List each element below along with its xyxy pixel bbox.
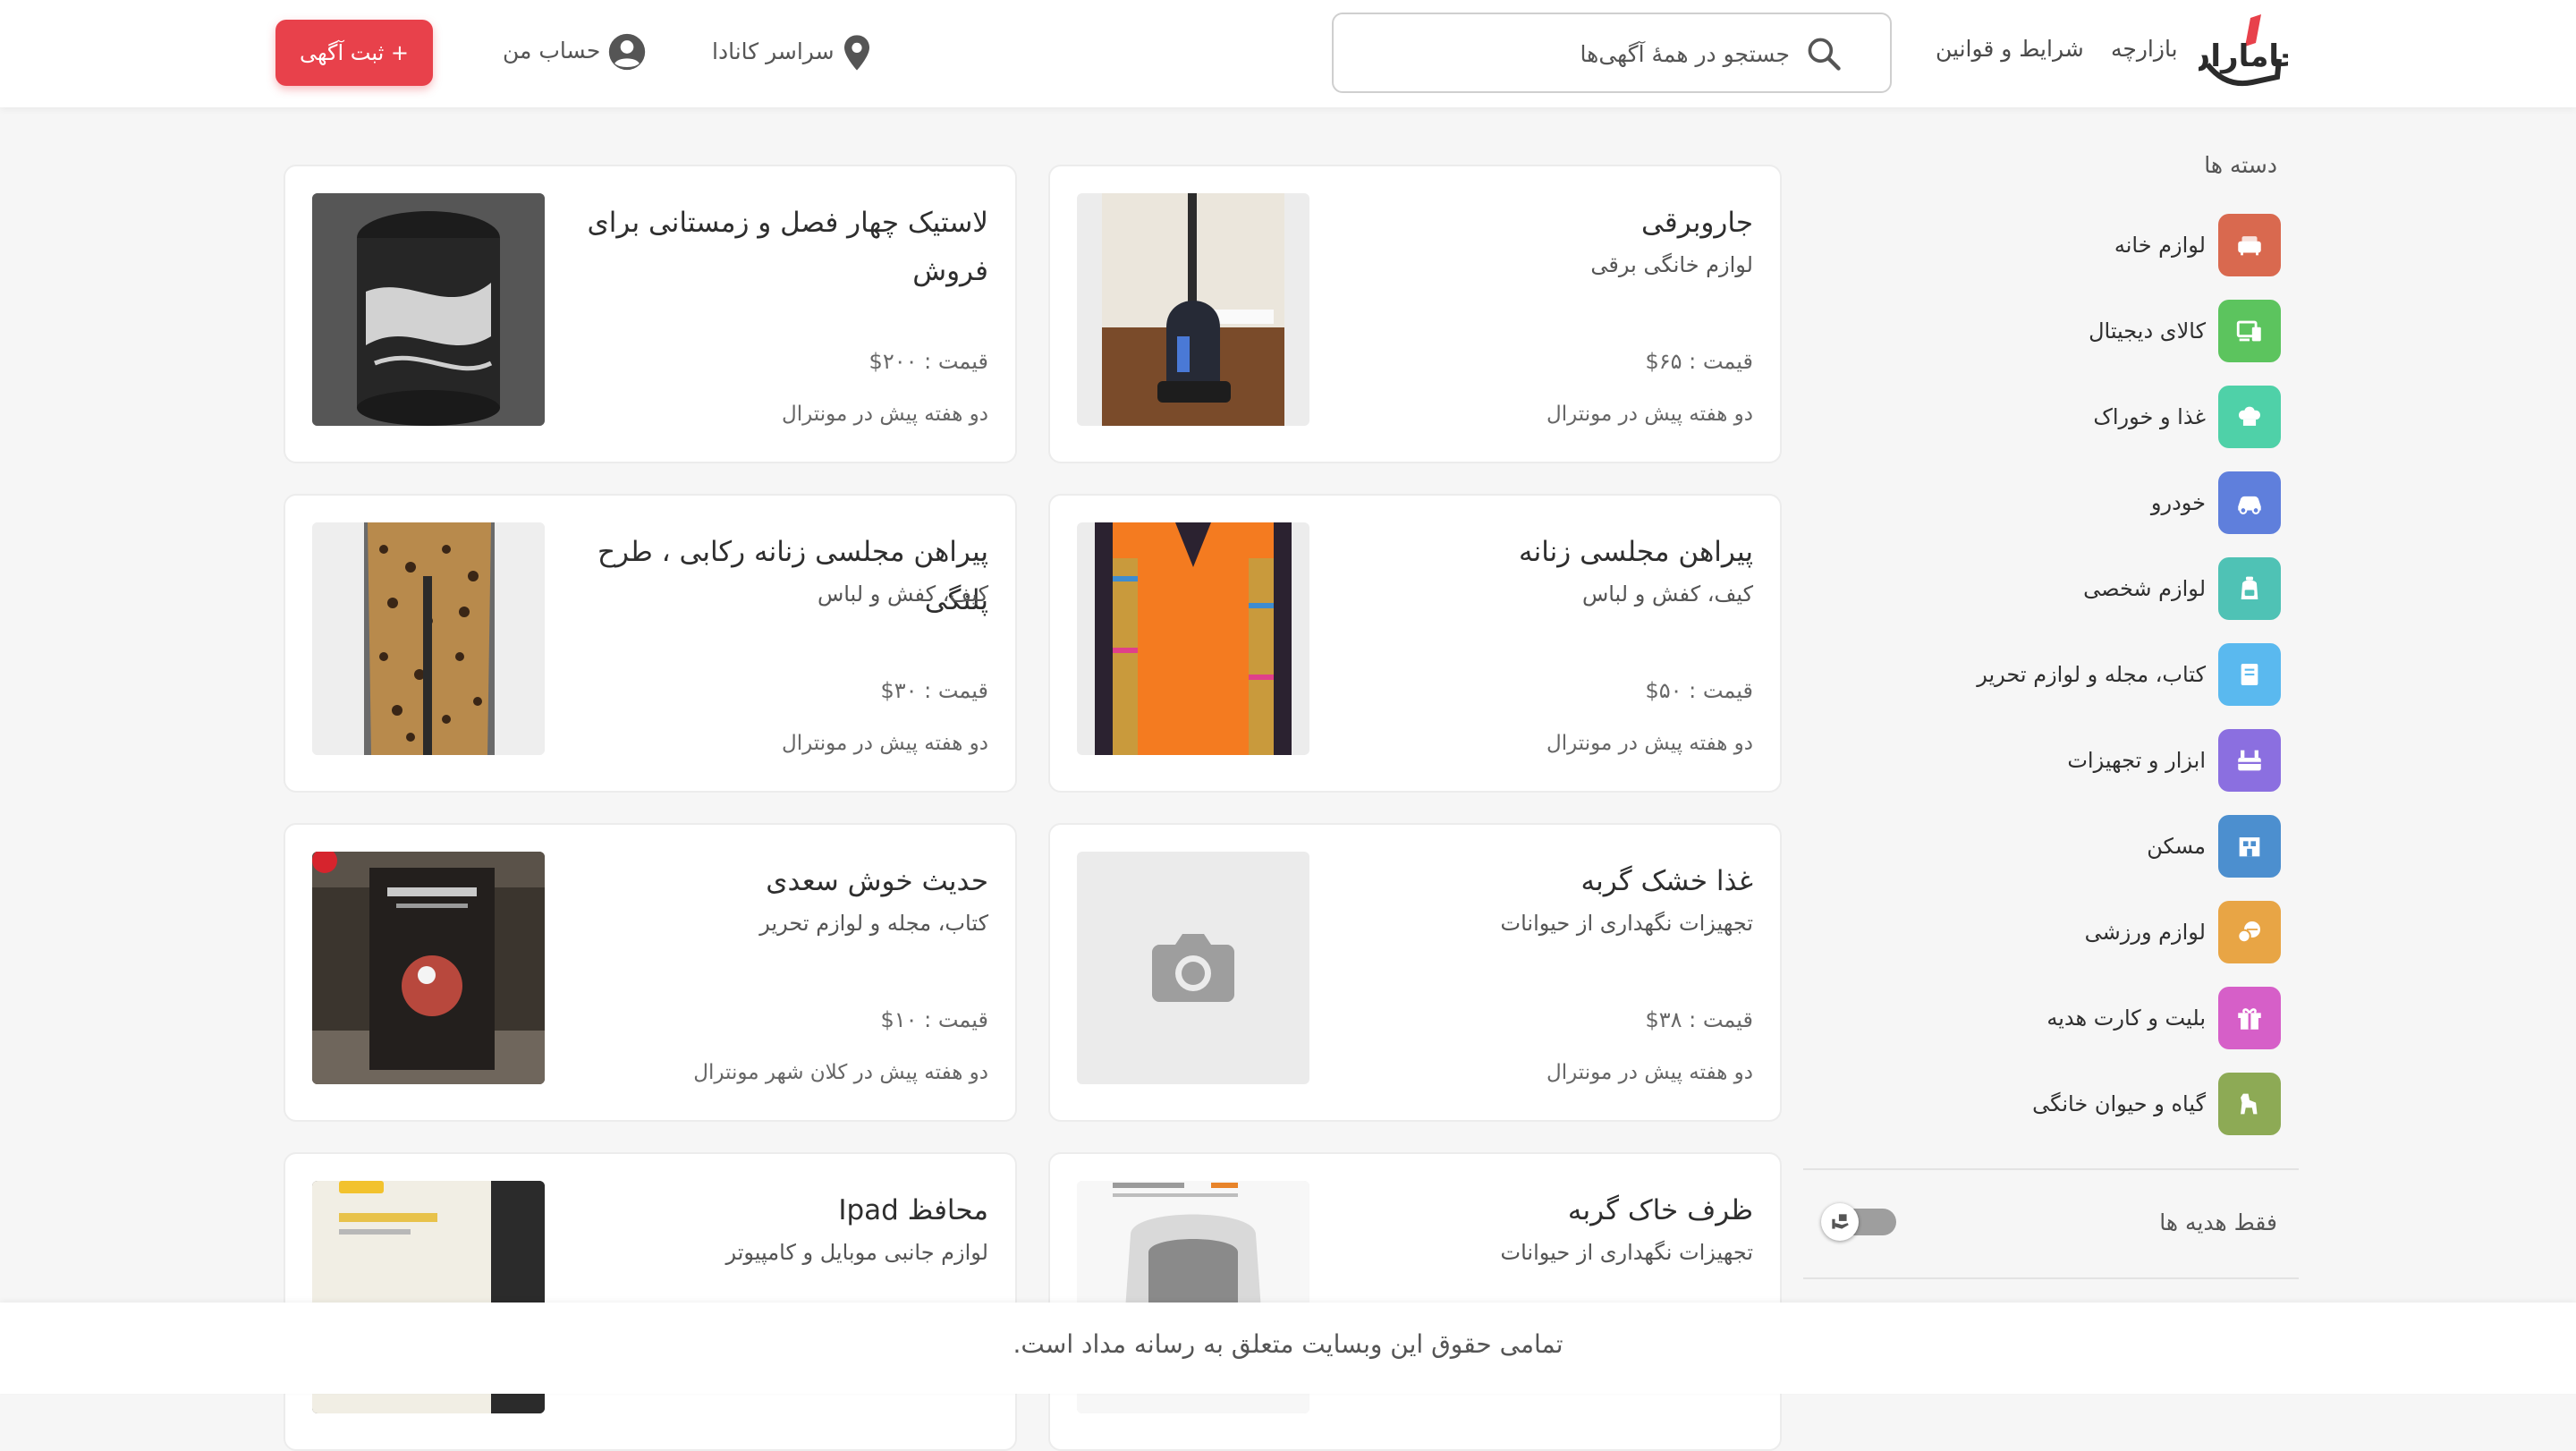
listing-category: کیف، کفش و لباس [817, 581, 988, 607]
category-digital[interactable]: کالای دیجیتال [1905, 299, 2281, 363]
category-plants-pets[interactable]: گیاه و حیوان خانگی [1905, 1072, 2281, 1136]
copyright-text: تمامی حقوق این وبسایت متعلق به رسانه مدا… [1013, 1329, 1563, 1359]
category-label: لوازم ورزشی [2084, 920, 2206, 945]
listing-card[interactable]: حدیث خوش سعدی کتاب، مجله و لوازم تحریر ق… [284, 823, 1017, 1122]
listing-image[interactable] [1077, 852, 1309, 1084]
toggle-knob [1821, 1203, 1859, 1241]
car-icon [2218, 471, 2281, 534]
listing-image[interactable] [1077, 193, 1309, 426]
listing-image[interactable] [312, 522, 545, 755]
listing-category: تجهیزات نگهداری از حیوانات [1500, 1240, 1754, 1265]
listing-time-location: دو هفته پیش در مونترال [1546, 1061, 1753, 1084]
location-selector[interactable]: سراسر کانادا [712, 34, 872, 72]
account-menu[interactable]: حساب من [503, 32, 647, 72]
listing-title[interactable]: پیراهن مجلسی زنانه رکابی ، طرح پلنگی [559, 528, 988, 624]
search-icon[interactable] [1804, 34, 1843, 73]
listing-price: قیمت : ۶۵$ [1645, 349, 1753, 374]
listing-title[interactable]: پیراهن مجلسی زنانه [1324, 528, 1753, 576]
category-label: لوازم خانه [2114, 233, 2206, 258]
category-home-appliances[interactable]: لوازم خانه [1905, 213, 2281, 277]
listing-time-location: دو هفته پیش در مونترال [1546, 732, 1753, 755]
gift-icon [2218, 987, 2281, 1049]
listing-price: قیمت : ۱۰$ [880, 1007, 988, 1032]
category-label: کتاب، مجله و لوازم تحریر [1977, 662, 2206, 687]
category-food[interactable]: غذا و خوراک [1905, 385, 2281, 449]
listing-category: تجهیزات نگهداری از حیوانات [1500, 911, 1754, 936]
listing-category: لوازم خانگی برقی [1590, 252, 1753, 277]
category-label: کالای دیجیتال [2089, 318, 2206, 344]
account-label: حساب من [503, 38, 601, 64]
dog-icon [2218, 1073, 2281, 1135]
search-input[interactable] [1394, 32, 1792, 75]
nav-bazaar-link[interactable]: بازارچه [2111, 36, 2178, 62]
listing-price: قیمت : ۲۰۰$ [869, 349, 988, 374]
chef-hat-icon [2218, 386, 2281, 448]
categories-title: دسته ها [2204, 152, 2277, 178]
listing-price: قیمت : ۳۰$ [880, 678, 988, 703]
sidebar-divider [1803, 1168, 2299, 1170]
listing-time-location: دو هفته پیش در کلان شهر مونترال [693, 1061, 988, 1084]
listing-time-location: دو هفته پیش در مونترال [782, 403, 988, 426]
category-label: ابزار و تجهیزات [2067, 748, 2206, 773]
listing-price: قیمت : ۳۸$ [1645, 1007, 1753, 1032]
house-icon [2218, 815, 2281, 878]
map-pin-icon [843, 35, 869, 71]
listing-title[interactable]: غذا خشک گربه [1324, 857, 1753, 905]
category-personal[interactable]: لوازم شخصی [1905, 556, 2281, 621]
listing-card[interactable]: پیراهن مجلسی زنانه رکابی ، طرح پلنگی کیف… [284, 494, 1017, 793]
sofa-icon [2218, 214, 2281, 276]
footer: تمامی حقوق این وبسایت متعلق به رسانه مدا… [0, 1303, 2576, 1394]
listing-card[interactable]: غذا خشک گربه تجهیزات نگهداری از حیوانات … [1048, 823, 1782, 1122]
category-books[interactable]: کتاب، مجله و لوازم تحریر [1905, 642, 2281, 707]
category-label: بلیت و کارت هدیه [2046, 1006, 2206, 1031]
listing-card[interactable]: پیراهن مجلسی زنانه کیف، کفش و لباس قیمت … [1048, 494, 1782, 793]
category-sports[interactable]: لوازم ورزشی [1905, 900, 2281, 964]
category-tools[interactable]: ابزار و تجهیزات [1905, 728, 2281, 793]
listing-card[interactable]: جاروبرقی لوازم خانگی برقی قیمت : ۶۵$ دو … [1048, 165, 1782, 463]
user-avatar-icon [609, 33, 646, 71]
listing-title[interactable]: ظرف خاک گربه [1324, 1186, 1753, 1235]
sports-ball-icon [2218, 901, 2281, 963]
listing-image[interactable] [1077, 522, 1309, 755]
listing-price: قیمت : ۵۰$ [1645, 678, 1753, 703]
listing-category: کیف، کفش و لباس [1581, 581, 1753, 607]
nav-terms-link[interactable]: شرایط و قوانین [1936, 36, 2084, 62]
top-header: جاماران بازارچه شرایط و قوانین سراسر کان… [0, 0, 2576, 107]
toolbox-icon [2218, 729, 2281, 792]
listing-time-location: دو هفته پیش در مونترال [782, 732, 988, 755]
book-icon [2218, 643, 2281, 706]
category-label: گیاه و حیوان خانگی [2032, 1091, 2206, 1116]
backpack-icon [2218, 557, 2281, 620]
listing-title[interactable]: لاستیک چهار فصل و زمستانی برای فروش [559, 199, 988, 295]
listing-category: لوازم جانبی موبایل و کامپیوتر [725, 1240, 988, 1265]
listing-title[interactable]: جاروبرقی [1324, 199, 1753, 247]
search-box[interactable] [1332, 13, 1892, 93]
category-label: لوازم شخصی [2083, 576, 2206, 601]
listing-card[interactable]: محافظ Ipad لوازم جانبی موبایل و کامپیوتر [284, 1152, 1017, 1451]
camera-placeholder-icon [1152, 934, 1234, 1002]
site-logo[interactable]: جاماران [2199, 13, 2288, 89]
category-vehicles[interactable]: خودرو [1905, 471, 2281, 535]
listing-title[interactable]: محافظ Ipad [559, 1186, 988, 1235]
listing-card[interactable]: ظرف خاک گربه تجهیزات نگهداری از حیوانات [1048, 1152, 1782, 1451]
gift-hand-icon [1832, 1214, 1849, 1229]
category-label: مسکن [2147, 834, 2206, 859]
category-label: خودرو [2150, 490, 2206, 515]
listing-card[interactable]: لاستیک چهار فصل و زمستانی برای فروش قیمت… [284, 165, 1017, 463]
listing-title[interactable]: حدیث خوش سعدی [559, 857, 988, 905]
listing-category: کتاب، مجله و لوازم تحریر [759, 911, 988, 936]
location-label: سراسر کانادا [712, 38, 835, 64]
category-tickets[interactable]: بلیت و کارت هدیه [1905, 986, 2281, 1050]
category-label: غذا و خوراک [2093, 404, 2206, 429]
listing-image[interactable] [312, 852, 545, 1084]
gift-only-toggle[interactable] [1821, 1203, 1900, 1241]
sidebar-divider [1803, 1277, 2299, 1279]
devices-icon [2218, 300, 2281, 362]
category-housing[interactable]: مسکن [1905, 814, 2281, 878]
listing-image[interactable] [312, 193, 545, 426]
gift-only-label: فقط هدیه ها [2159, 1209, 2277, 1235]
listing-time-location: دو هفته پیش در مونترال [1546, 403, 1753, 426]
post-ad-button[interactable]: + ثبت آگهی [275, 20, 433, 86]
